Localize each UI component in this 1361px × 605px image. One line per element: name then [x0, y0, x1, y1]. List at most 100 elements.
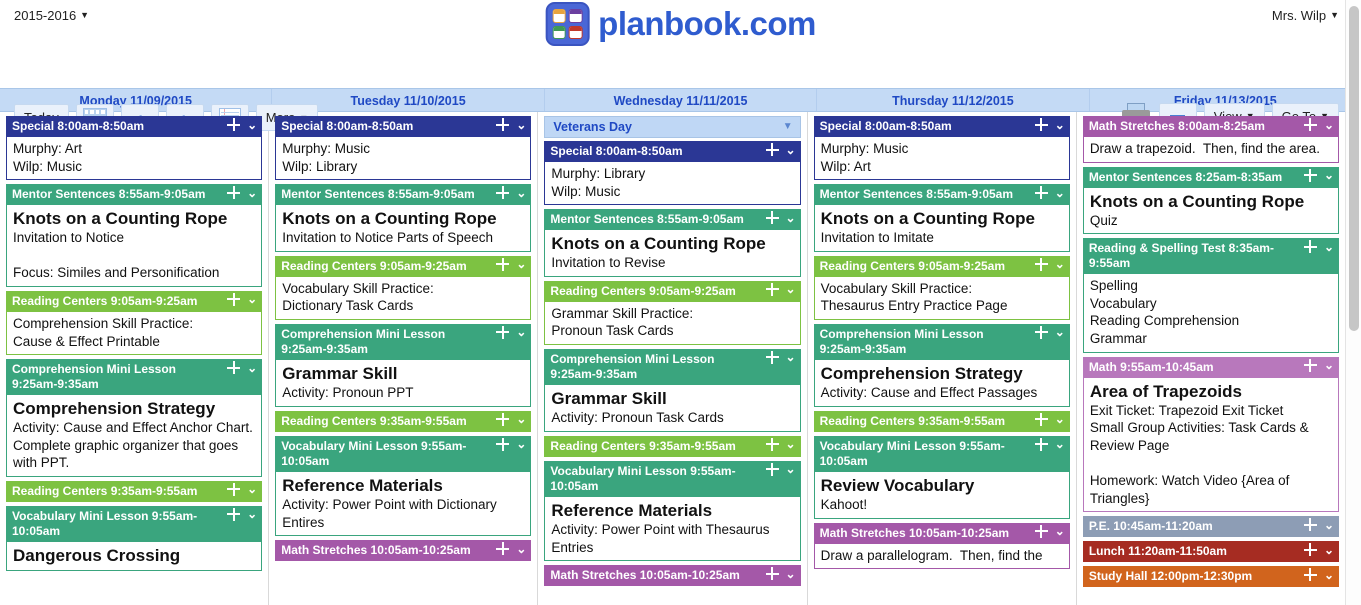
chevron-down-icon[interactable]: ⌄ — [786, 212, 796, 224]
lesson-card-header[interactable]: Comprehension Mini Lesson 9:25am-9:35am ⌄ — [813, 323, 1070, 360]
lesson-card[interactable]: Reading Centers 9:05am-9:25am ⌄ Comprehens… — [6, 290, 263, 356]
chevron-down-icon[interactable]: ⌄ — [1324, 569, 1334, 581]
move-handle-icon[interactable] — [1303, 518, 1317, 532]
lesson-card-header[interactable]: Vocabulary Mini Lesson 9:55am-10:05am ⌄ — [6, 505, 263, 542]
chevron-down-icon[interactable]: ⌄ — [247, 508, 257, 520]
lesson-card-header[interactable]: Math Stretches 10:05am-10:25am ⌄ — [544, 565, 801, 587]
chevron-down-icon[interactable]: ⌄ — [786, 568, 796, 580]
chevron-down-icon[interactable]: ⌄ — [1055, 413, 1065, 425]
lesson-card-body[interactable]: Grammar Skill Activity: Pronoun PPT — [275, 359, 532, 407]
lesson-card-body[interactable]: Comprehension Strategy Activity: Cause an… — [6, 395, 263, 477]
move-handle-icon[interactable] — [496, 257, 510, 271]
chevron-down-icon[interactable]: ⌄ — [516, 413, 526, 425]
move-handle-icon[interactable] — [1303, 568, 1317, 582]
lesson-card-header[interactable]: Reading Centers 9:35am-9:55am ⌄ — [813, 410, 1070, 432]
lesson-card-header[interactable]: P.E. 10:45am-11:20am ⌄ — [1082, 516, 1340, 538]
move-handle-icon[interactable] — [1034, 437, 1048, 451]
move-handle-icon[interactable] — [496, 186, 510, 200]
move-handle-icon[interactable] — [1034, 186, 1048, 200]
move-handle-icon[interactable] — [227, 186, 241, 200]
lesson-card-header[interactable]: Reading Centers 9:05am-9:25am ⌄ — [544, 280, 801, 302]
lesson-card[interactable]: Comprehension Mini Lesson 9:25am-9:35am ⌄… — [544, 348, 801, 432]
move-handle-icon[interactable] — [1034, 118, 1048, 131]
lesson-card-header[interactable]: Vocabulary Mini Lesson 9:55am-10:05am ⌄ — [544, 460, 801, 497]
lesson-card[interactable]: Reading Centers 9:35am-9:55am ⌄ — [544, 435, 801, 457]
lesson-card-body[interactable]: Comprehension Strategy Activity: Cause an… — [813, 359, 1070, 407]
lesson-card-header[interactable]: Comprehension Mini Lesson 9:25am-9:35am ⌄ — [275, 323, 532, 360]
move-handle-icon[interactable] — [496, 118, 510, 131]
lesson-card-header[interactable]: Reading Centers 9:05am-9:25am ⌄ — [6, 290, 263, 312]
chevron-down-icon[interactable]: ⌄ — [1055, 119, 1065, 131]
move-handle-icon[interactable] — [765, 282, 779, 296]
lesson-card-header[interactable]: Math Stretches 10:05am-10:25am ⌄ — [275, 540, 532, 562]
lesson-card-header[interactable]: Vocabulary Mini Lesson 9:55am-10:05am ⌄ — [275, 435, 532, 472]
lesson-card-body[interactable]: Draw a trapezoid. Then, find the area. — [1082, 137, 1340, 163]
lesson-card[interactable]: Comprehension Mini Lesson 9:25am-9:35am ⌄… — [6, 359, 263, 477]
move-handle-icon[interactable] — [227, 482, 241, 496]
move-handle-icon[interactable] — [1303, 240, 1317, 254]
lesson-card-body[interactable]: Draw a parallelogram. Then, find the — [813, 543, 1070, 570]
move-handle-icon[interactable] — [496, 325, 510, 339]
move-handle-icon[interactable] — [496, 412, 510, 426]
lesson-card[interactable]: Special 8:00am-8:50am ⌄ Murphy: Music Wilp:… — [813, 116, 1070, 181]
lesson-card-body[interactable]: Knots on a Counting Rope Invitation to Re… — [544, 230, 801, 277]
lesson-card[interactable]: Special 8:00am-8:50am ⌄ Murphy: Music Wilp:… — [275, 116, 532, 181]
move-handle-icon[interactable] — [1303, 543, 1317, 557]
lesson-card-header[interactable]: Math Stretches 8:00am-8:25am ⌄ — [1082, 116, 1340, 137]
move-handle-icon[interactable] — [765, 567, 779, 581]
lesson-card[interactable]: Special 8:00am-8:50am ⌄ Murphy: Art Wilp: M… — [6, 116, 263, 181]
lesson-card-header[interactable]: Special 8:00am-8:50am ⌄ — [813, 116, 1070, 137]
lesson-card-body[interactable]: Murphy: Library Wilp: Music — [544, 162, 801, 206]
move-handle-icon[interactable] — [1034, 325, 1048, 339]
day-header-3[interactable]: Thursday 11/12/2015 — [817, 89, 1090, 111]
lesson-card[interactable]: Mentor Sentences 8:55am-9:05am ⌄ Knots on … — [6, 184, 263, 287]
chevron-down-icon[interactable]: ⌄ — [1324, 169, 1334, 181]
lesson-card[interactable]: Reading Centers 9:35am-9:55am ⌄ — [275, 410, 532, 432]
move-handle-icon[interactable] — [496, 542, 510, 556]
move-handle-icon[interactable] — [1303, 118, 1317, 131]
lesson-card[interactable]: Mentor Sentences 8:55am-9:05am ⌄ Knots on … — [813, 184, 1070, 252]
chevron-down-icon[interactable]: ⌄ — [786, 283, 796, 295]
lesson-card-body[interactable]: Area of Trapezoids Exit Ticket: Trapezoid… — [1082, 377, 1340, 513]
lesson-card[interactable]: Mentor Sentences 8:25am-8:35am ⌄ Knots on … — [1082, 166, 1340, 235]
lesson-card[interactable]: Mentor Sentences 8:55am-9:05am ⌄ Knots on … — [275, 184, 532, 252]
lesson-card[interactable]: Comprehension Mini Lesson 9:25am-9:35am ⌄… — [275, 323, 532, 407]
lesson-card-header[interactable]: Reading & Spelling Test 8:35am-9:55am ⌄ — [1082, 238, 1340, 275]
move-handle-icon[interactable] — [765, 437, 779, 451]
lesson-card-body[interactable]: Reference Materials Activity: Power Point… — [275, 471, 532, 537]
chevron-down-icon[interactable]: ⌄ — [786, 438, 796, 450]
chevron-down-icon[interactable]: ⌄ — [786, 463, 796, 475]
day-banner[interactable]: Veterans Day ▼ — [544, 116, 801, 138]
lesson-card[interactable]: P.E. 10:45am-11:20am ⌄ — [1082, 516, 1340, 538]
lesson-card-header[interactable]: Special 8:00am-8:50am ⌄ — [6, 116, 263, 137]
move-handle-icon[interactable] — [1034, 524, 1048, 538]
vertical-scrollbar[interactable] — [1345, 0, 1361, 605]
lesson-card-header[interactable]: Vocabulary Mini Lesson 9:55am-10:05am ⌄ — [813, 435, 1070, 472]
chevron-down-icon[interactable]: ⌄ — [1324, 359, 1334, 371]
lesson-card-header[interactable]: Lunch 11:20am-11:50am ⌄ — [1082, 541, 1340, 563]
move-handle-icon[interactable] — [227, 118, 241, 131]
lesson-card-body[interactable]: Knots on a Counting Rope Invitation to No… — [275, 205, 532, 252]
lesson-card[interactable]: Math 9:55am-10:45am ⌄ Area of Trapezoids Ex… — [1082, 356, 1340, 513]
lesson-card-body[interactable]: Knots on a Counting Rope Invitation to No… — [6, 205, 263, 287]
chevron-down-icon[interactable]: ⌄ — [247, 293, 257, 305]
move-handle-icon[interactable] — [1034, 412, 1048, 426]
move-handle-icon[interactable] — [227, 361, 241, 375]
lesson-card-header[interactable]: Mentor Sentences 8:55am-9:05am ⌄ — [275, 184, 532, 206]
lesson-card-body[interactable]: Murphy: Music Wilp: Art — [813, 137, 1070, 181]
move-handle-icon[interactable] — [1303, 358, 1317, 372]
chevron-down-icon[interactable]: ⌄ — [1324, 241, 1334, 253]
move-handle-icon[interactable] — [765, 143, 779, 156]
move-handle-icon[interactable] — [765, 462, 779, 476]
lesson-card[interactable]: Reading Centers 9:35am-9:55am ⌄ — [6, 480, 263, 502]
chevron-down-icon[interactable]: ⌄ — [1055, 326, 1065, 338]
lesson-card-header[interactable]: Reading Centers 9:35am-9:55am ⌄ — [544, 435, 801, 457]
move-handle-icon[interactable] — [227, 292, 241, 306]
lesson-card-body[interactable]: Knots on a Counting Rope Invitation to Im… — [813, 205, 1070, 252]
lesson-card-header[interactable]: Reading Centers 9:35am-9:55am ⌄ — [6, 480, 263, 502]
lesson-card[interactable]: Math Stretches 10:05am-10:25am ⌄ — [544, 565, 801, 587]
lesson-card-header[interactable]: Mentor Sentences 8:25am-8:35am ⌄ — [1082, 166, 1340, 188]
lesson-card-body[interactable]: Reference Materials Activity: Power Point… — [544, 496, 801, 562]
lesson-card[interactable]: Mentor Sentences 8:55am-9:05am ⌄ Knots on … — [544, 209, 801, 277]
chevron-down-icon[interactable]: ⌄ — [516, 258, 526, 270]
